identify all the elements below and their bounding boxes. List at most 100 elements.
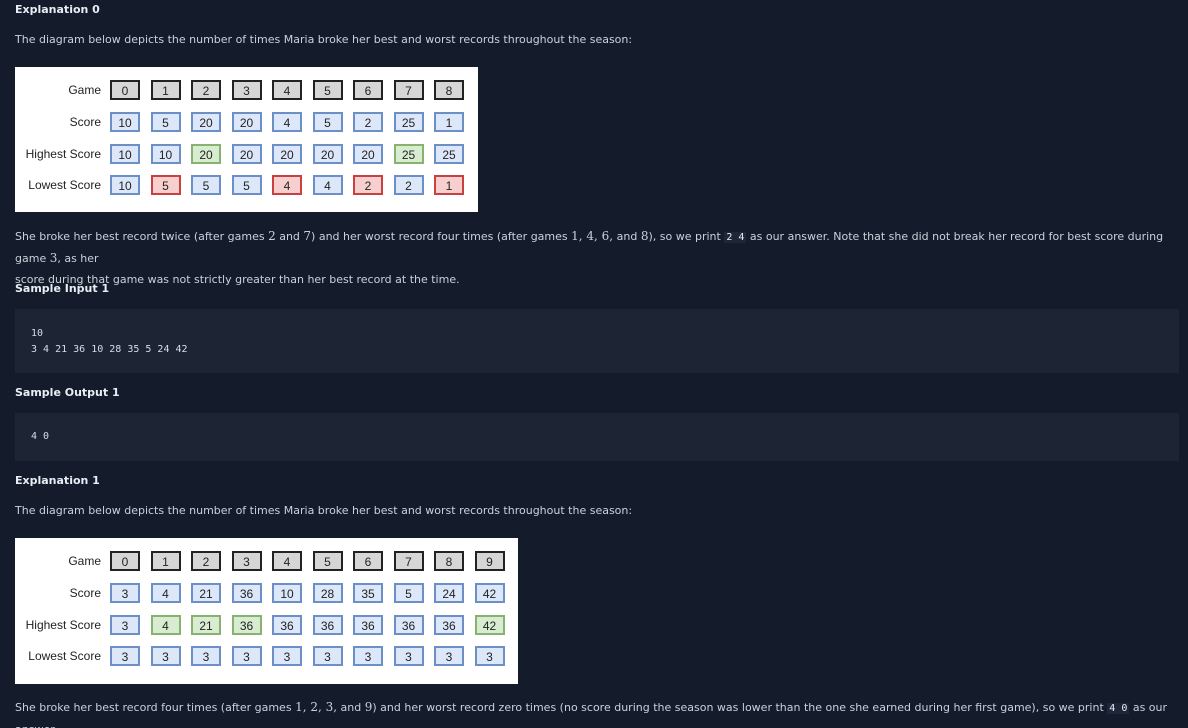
highest-cell: 20 xyxy=(231,144,262,164)
highest-cell: 20 xyxy=(272,144,302,164)
highest-cell: 36 xyxy=(353,615,383,635)
explanation-1-intro: The diagram below depicts the number of … xyxy=(15,504,633,517)
row-label-scores: Score xyxy=(69,586,101,600)
score-cell: 10 xyxy=(110,112,140,132)
score-cell: 5 xyxy=(393,583,424,603)
game-cell: 1 xyxy=(150,551,181,571)
lowest-cell: 3 xyxy=(272,646,302,666)
game-cell: 5 xyxy=(312,551,343,571)
lowest-cell: 2 xyxy=(393,175,424,195)
lowest-cell: 3 xyxy=(474,646,505,666)
lowest-cell: 3 xyxy=(393,646,424,666)
score-cell: 36 xyxy=(231,583,262,603)
lowest-cell: 4 xyxy=(312,175,343,195)
highest-cell: 21 xyxy=(191,615,221,635)
game-cell: 9 xyxy=(474,551,505,571)
highest-cell: 36 xyxy=(312,615,343,635)
score-cell: 1 xyxy=(434,112,464,132)
records-diagram-1: Game 0 1 2 3 4 5 6 7 8 9 Score 3 4 21 36 10 28 35 5 24 42 High… xyxy=(15,538,518,684)
lowest-cell: 2 xyxy=(353,175,383,195)
lowest-cell: 3 xyxy=(353,646,383,666)
game-cell: 4 xyxy=(272,80,302,100)
code-line: 10 xyxy=(31,328,44,339)
game-cell: 5 xyxy=(312,80,343,100)
inline-code: 4 0 xyxy=(1107,703,1130,714)
highest-cell: 10 xyxy=(110,144,140,164)
lowest-cell: 1 xyxy=(434,175,464,195)
row-label-lowest: Lowest Score xyxy=(28,178,101,192)
highest-cell: 20 xyxy=(312,144,343,164)
row-label-highest: Highest Score xyxy=(25,618,101,632)
records-diagram-0: Game 0 1 2 3 4 5 6 7 8 Score 10 5 20 20 4 5 2 25 1 Highest S… xyxy=(15,67,478,212)
score-cell: 5 xyxy=(312,112,343,132)
score-cell: 20 xyxy=(231,112,262,132)
score-cell: 35 xyxy=(353,583,383,603)
sample-output-1-heading: Sample Output 1 xyxy=(15,386,120,399)
lowest-cell: 4 xyxy=(272,175,302,195)
score-cell: 20 xyxy=(191,112,221,132)
code-line: 4 0 xyxy=(31,431,50,442)
highest-cell: 20 xyxy=(191,144,221,164)
row-label-scores: Score xyxy=(69,115,101,129)
problem-statement: Explanation 0 The diagram below depicts … xyxy=(0,0,1188,728)
highest-cell: 42 xyxy=(474,615,505,635)
highest-cell: 36 xyxy=(272,615,302,635)
explanation-0-text: She broke her best record twice (after g… xyxy=(15,229,1164,286)
score-cell: 25 xyxy=(393,112,424,132)
score-cell: 4 xyxy=(272,112,302,132)
lowest-cell: 5 xyxy=(150,175,181,195)
sample-output-1-block[interactable]: 4 0 xyxy=(15,413,1179,461)
score-cell: 3 xyxy=(110,583,140,603)
row-label-games: Game xyxy=(68,83,101,97)
game-cell: 3 xyxy=(231,551,262,571)
game-cell: 7 xyxy=(393,80,424,100)
explanation-0-heading: Explanation 0 xyxy=(15,3,100,16)
highest-cell: 36 xyxy=(434,615,464,635)
inline-code: 2 4 xyxy=(724,232,747,243)
lowest-cell: 3 xyxy=(434,646,464,666)
highest-cell: 36 xyxy=(231,615,262,635)
game-cell: 0 xyxy=(110,551,140,571)
game-cell: 1 xyxy=(150,80,181,100)
sample-input-1-heading: Sample Input 1 xyxy=(15,282,110,295)
row-label-lowest: Lowest Score xyxy=(28,649,101,663)
game-cell: 2 xyxy=(191,80,221,100)
lowest-cell: 5 xyxy=(231,175,262,195)
code-line: 3 4 21 36 10 28 35 5 24 42 xyxy=(31,344,188,355)
game-cell: 6 xyxy=(353,551,383,571)
lowest-cell: 3 xyxy=(191,646,221,666)
lowest-cell: 3 xyxy=(150,646,181,666)
game-cell: 7 xyxy=(393,551,424,571)
highest-cell: 25 xyxy=(434,144,464,164)
explanation-1-text: She broke her best record four times (af… xyxy=(15,700,1168,728)
game-cell: 8 xyxy=(434,80,464,100)
score-cell: 42 xyxy=(474,583,505,603)
row-label-highest: Highest Score xyxy=(25,147,101,161)
game-cell: 0 xyxy=(110,80,140,100)
game-cell: 8 xyxy=(434,551,464,571)
explanation-0-intro: The diagram below depicts the number of … xyxy=(15,33,633,46)
score-cell: 2 xyxy=(353,112,383,132)
highest-cell: 4 xyxy=(150,615,181,635)
lowest-cell: 5 xyxy=(191,175,221,195)
game-cell: 2 xyxy=(191,551,221,571)
game-cell: 6 xyxy=(353,80,383,100)
score-cell: 21 xyxy=(191,583,221,603)
highest-cell: 36 xyxy=(393,615,424,635)
sample-input-1-block[interactable]: 10 3 4 21 36 10 28 35 5 24 42 xyxy=(15,309,1179,373)
row-label-games: Game xyxy=(68,554,101,568)
lowest-cell: 3 xyxy=(312,646,343,666)
score-cell: 5 xyxy=(150,112,181,132)
lowest-cell: 3 xyxy=(110,646,140,666)
score-cell: 28 xyxy=(312,583,343,603)
game-cell: 3 xyxy=(231,80,262,100)
highest-cell: 20 xyxy=(353,144,383,164)
lowest-cell: 10 xyxy=(110,175,140,195)
score-cell: 24 xyxy=(434,583,464,603)
explanation-1-heading: Explanation 1 xyxy=(15,474,100,487)
highest-cell: 25 xyxy=(393,144,424,164)
highest-cell: 10 xyxy=(150,144,181,164)
game-cell: 4 xyxy=(272,551,302,571)
score-cell: 4 xyxy=(150,583,181,603)
lowest-cell: 3 xyxy=(231,646,262,666)
